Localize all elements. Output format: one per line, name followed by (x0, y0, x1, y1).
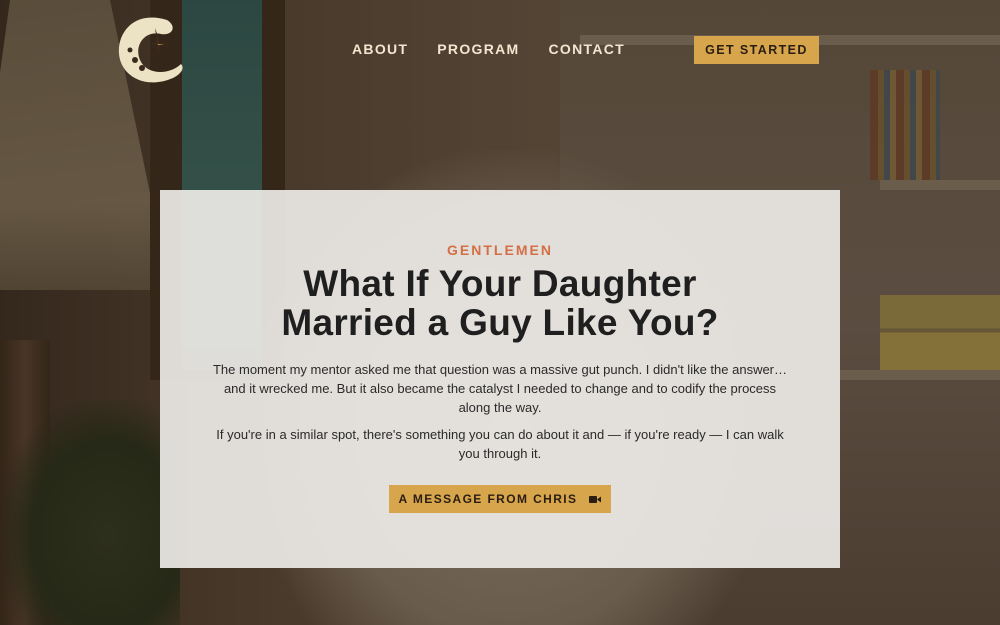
headline-line-1: What If Your Daughter (303, 263, 697, 304)
nav-contact[interactable]: CONTACT (549, 41, 626, 57)
message-from-chris-button[interactable]: A MESSAGE FROM CHRIS (389, 485, 611, 513)
main-nav: ABOUT PROGRAM CONTACT (352, 41, 625, 57)
headline-line-2: Married a Guy Like You? (281, 302, 719, 343)
hero-headline: What If Your Daughter Married a Guy Like… (160, 264, 840, 342)
nav-program[interactable]: PROGRAM (437, 41, 519, 57)
video-camera-icon (589, 495, 602, 504)
message-button-label: A MESSAGE FROM CHRIS (398, 492, 578, 506)
crescent-c-logo-icon[interactable] (115, 12, 185, 87)
nav-about[interactable]: ABOUT (352, 41, 408, 57)
get-started-button[interactable]: GET STARTED (694, 36, 819, 64)
hero-card: GENTLEMEN What If Your Daughter Married … (160, 190, 840, 568)
hero-eyebrow: GENTLEMEN (447, 242, 553, 258)
hero-paragraph-1: The moment my mentor asked me that quest… (212, 362, 788, 415)
hero-paragraph-2: If you're in a similar spot, there's som… (216, 427, 784, 461)
